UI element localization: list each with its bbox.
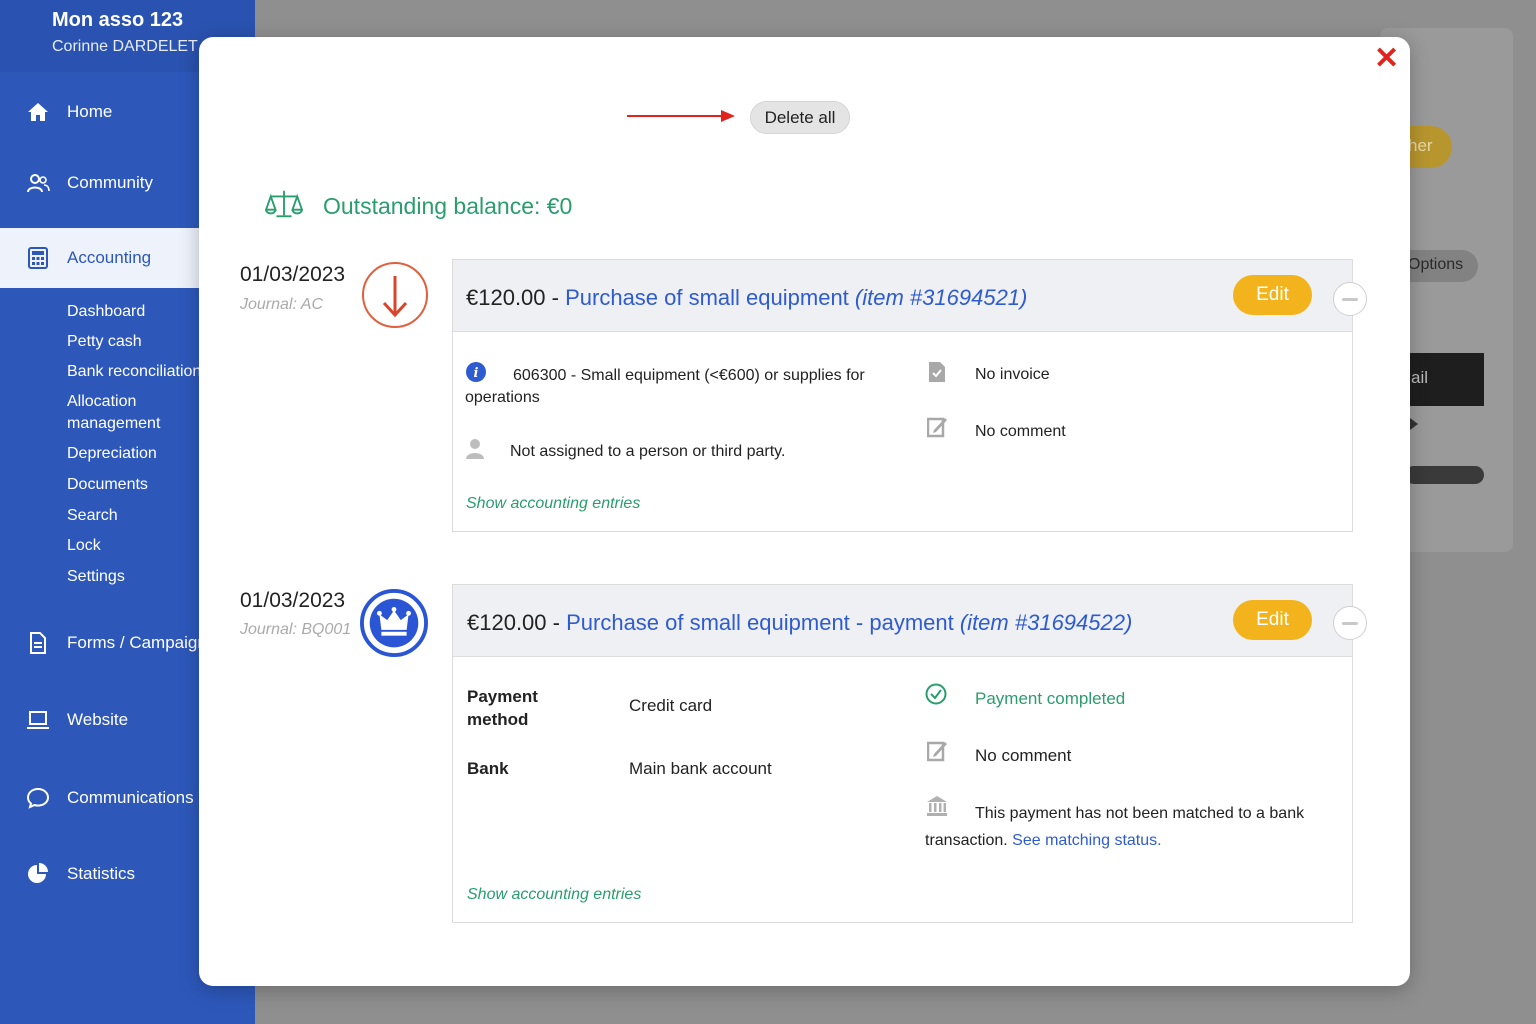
transaction-label-link[interactable]: Purchase of small equipment [565,285,849,310]
calculator-icon [28,247,48,269]
close-icon[interactable]: ✕ [1374,44,1399,74]
transaction-header: €120.00 - Purchase of small equipment - … [453,585,1352,657]
payment-method-value: Credit card [629,696,713,715]
assignment-status: Not assigned to a person or third party. [510,443,786,460]
laptop-icon [27,711,49,729]
collapse-button[interactable] [1333,282,1367,316]
document-icon [30,632,46,654]
transaction-date: 01/03/2023 [240,263,346,286]
outstanding-balance: Outstanding balance: €0 [323,193,573,219]
transaction-journal: Journal: BQ001 [240,621,352,638]
invoice-status[interactable]: No invoice [975,366,1050,384]
sidebar-sub-search[interactable]: Search [67,505,118,527]
comment-edit-icon [927,417,947,438]
nav-label: Community [67,173,153,192]
edit-button[interactable]: Edit [1233,275,1312,315]
sidebar-sub-documents[interactable]: Documents [67,474,148,496]
background-bar [1405,466,1484,484]
transaction-item-number[interactable]: (item #31694522) [960,610,1132,635]
accounting-account: 606300 - Small equipment (<€600) or supp… [465,367,865,406]
community-icon [27,174,50,193]
balance-scale-icon [265,190,303,218]
transaction-amount: €120.00 [467,610,547,635]
bank-value: Main bank account [629,759,772,778]
collapse-button[interactable] [1333,606,1367,640]
transaction-header: €120.00 - Purchase of small equipment (i… [453,260,1352,332]
home-icon [28,103,48,121]
sidebar-sub-petty-cash[interactable]: Petty cash [67,331,142,353]
background-dark-button: ail [1405,353,1484,406]
show-accounting-entries-link[interactable]: Show accounting entries [466,495,640,513]
organization-name: Mon asso 123 [52,9,184,31]
nav-label: Statistics [67,864,136,883]
transaction-label-link[interactable]: Purchase of small equipment - payment [566,610,954,635]
nav-label: Website [67,710,129,729]
pointer-arrow-icon [627,115,723,117]
person-icon [466,439,484,459]
transaction-journal: Journal: AC [240,296,323,313]
sidebar-sub-lock[interactable]: Lock [67,535,101,557]
edit-button[interactable]: Edit [1233,600,1312,640]
comment-status[interactable]: No comment [975,746,1071,766]
sidebar-sub-depreciation[interactable]: Depreciation [67,443,157,465]
transaction-item-number[interactable]: (item #31694521) [855,285,1027,310]
transaction-card: €120.00 - Purchase of small equipment - … [452,584,1353,923]
title-separator: - [545,285,566,310]
comment-edit-icon [927,741,947,762]
pointer-arrow-head-icon [721,110,735,122]
background-caret-icon [1410,418,1418,430]
transaction-card: €120.00 - Purchase of small equipment (i… [452,259,1353,532]
nav-label: Accounting [67,248,152,267]
transaction-title: €120.00 - Purchase of small equipment (i… [466,285,1027,311]
nav-label: Forms / Campaigns [67,633,216,652]
payment-status: Payment completed [975,689,1126,708]
transaction-date: 01/03/2023 [240,589,346,612]
sidebar-sub-allocation-management[interactable]: Allocation management [67,391,197,435]
transaction-title: €120.00 - Purchase of small equipment - … [467,610,1132,636]
bank-label: Bank [467,759,509,778]
transaction-amount: €120.00 [466,285,546,310]
sidebar-sub-bank-reconciliation[interactable]: Bank reconciliation [67,361,201,383]
title-separator: - [546,610,567,635]
delete-all-button[interactable]: Delete all [750,101,850,134]
nav-label: Communications [67,788,194,807]
show-accounting-entries-link[interactable]: Show accounting entries [467,886,641,904]
see-matching-status-link[interactable]: See matching status. [1012,832,1161,849]
comment-status[interactable]: No comment [975,423,1066,441]
sidebar-sub-settings[interactable]: Settings [67,566,125,588]
pie-chart-icon [28,863,48,883]
expense-arrow-down-icon [362,262,428,328]
check-circle-icon [925,683,947,705]
sidebar-sub-dashboard[interactable]: Dashboard [67,301,145,323]
nav-label: Home [67,102,113,121]
chat-bubble-icon [26,787,50,809]
invoice-icon [929,362,945,382]
payment-method-label: Payment method [467,687,538,729]
bank-matching-status: This payment has not been matched to a b… [925,800,1325,854]
transaction-modal: ✕ Delete all Outstanding balance: €0 01/… [199,37,1410,986]
bank-crown-icon [360,589,428,658]
